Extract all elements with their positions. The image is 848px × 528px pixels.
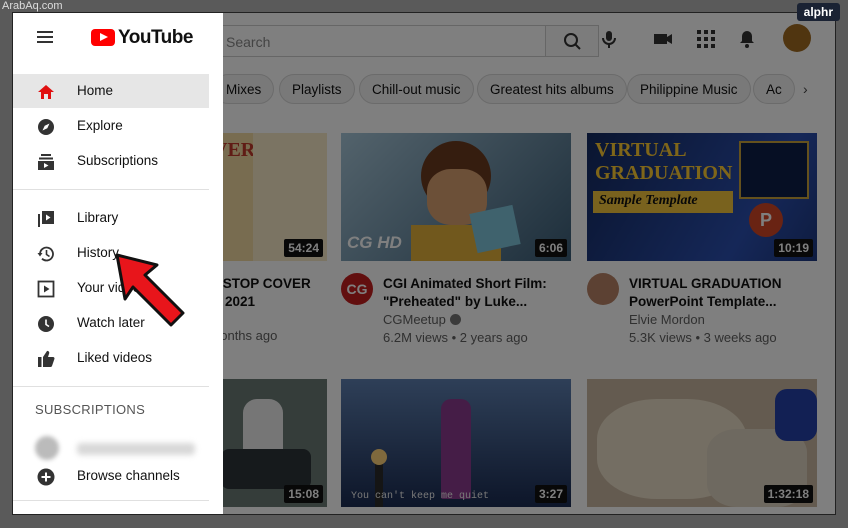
sidebar-item-label: Home <box>77 83 114 98</box>
sidebar-item-browse-channels[interactable]: Browse channels <box>13 459 209 493</box>
browser-frame: Search Mixes Playlists Chill-out music G… <box>12 12 836 515</box>
clock-icon <box>38 316 54 332</box>
home-icon <box>38 85 54 99</box>
sidebar-item-subscriptions[interactable]: Subscriptions <box>13 144 209 178</box>
alphr-badge: alphr <box>796 3 840 21</box>
watermark: ArabAq.com <box>2 0 63 12</box>
subscriptions-icon <box>38 154 54 170</box>
sidebar-item-label: Liked videos <box>77 350 153 365</box>
compass-icon <box>38 119 54 135</box>
sidebar-header: YouTube <box>13 13 223 63</box>
sidebar-item-label: Library <box>77 210 119 225</box>
subscriptions-heading: SUBSCRIPTIONS <box>35 402 146 417</box>
library-icon <box>38 211 54 227</box>
divider <box>13 189 209 190</box>
divider <box>13 386 209 387</box>
history-icon <box>37 246 54 262</box>
channel-avatar <box>35 436 59 460</box>
sidebar-item-home[interactable]: Home <box>13 74 209 108</box>
sidebar-item-label: Subscriptions <box>77 153 159 168</box>
sidebar-item-library[interactable]: Library <box>13 201 209 235</box>
play-box-icon <box>37 280 55 298</box>
channel-name-redacted <box>77 443 195 455</box>
divider <box>13 500 209 501</box>
hamburger-menu-icon[interactable] <box>37 31 53 43</box>
sidebar-item-label: Browse channels <box>77 468 180 483</box>
sidebar-item-liked-videos[interactable]: Liked videos <box>13 341 209 375</box>
add-circle-icon <box>37 468 55 486</box>
sidebar-item-label: Explore <box>77 118 123 133</box>
youtube-logo-icon[interactable] <box>91 29 115 46</box>
brand-name[interactable]: YouTube <box>118 27 193 49</box>
thumbs-up-icon <box>38 350 55 367</box>
sidebar-item-explore[interactable]: Explore <box>13 109 209 143</box>
red-arrow-pointer-icon <box>115 253 185 327</box>
